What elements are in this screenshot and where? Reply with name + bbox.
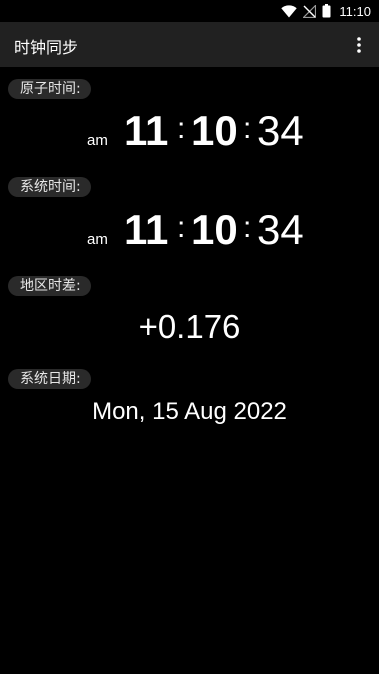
status-bar: 11:10 — [0, 0, 379, 22]
atomic-seconds: 34 — [257, 107, 304, 154]
system-hours: 11 — [124, 206, 169, 253]
no-signal-icon — [303, 4, 317, 18]
wifi-icon — [281, 4, 298, 18]
overflow-menu-button[interactable] — [347, 33, 371, 57]
atomic-separator-2: : — [243, 112, 252, 145]
system-separator-2: : — [243, 211, 252, 244]
system-date-value: Mon, 15 Aug 2022 — [92, 398, 287, 425]
app-bar: 时钟同步 — [0, 22, 379, 67]
atomic-time-clock: am 11 : 10 : 34 — [0, 106, 379, 156]
atomic-ampm: am — [87, 132, 108, 149]
system-minutes: 10 — [191, 206, 238, 253]
battery-icon — [322, 4, 331, 18]
system-time-clock: am 11 : 10 : 34 — [0, 205, 379, 255]
time-offset-label: 地区时差: — [8, 276, 91, 296]
atomic-minutes: 10 — [191, 107, 238, 154]
system-separator-1: : — [177, 211, 186, 244]
system-seconds: 34 — [257, 206, 304, 253]
status-icons: 11:10 — [281, 2, 371, 20]
system-date-label: 系统日期: — [8, 369, 91, 389]
atomic-separator-1: : — [177, 112, 186, 145]
atomic-time-label: 原子时间: — [8, 79, 91, 99]
system-ampm: am — [87, 231, 108, 248]
overflow-menu-icon — [357, 37, 361, 53]
app-title: 时钟同步 — [14, 38, 79, 57]
system-time-label: 系统时间: — [8, 177, 91, 197]
atomic-hours: 11 — [124, 107, 169, 154]
time-offset-value: +0.176 — [138, 308, 241, 345]
status-time: 11:10 — [339, 3, 371, 19]
